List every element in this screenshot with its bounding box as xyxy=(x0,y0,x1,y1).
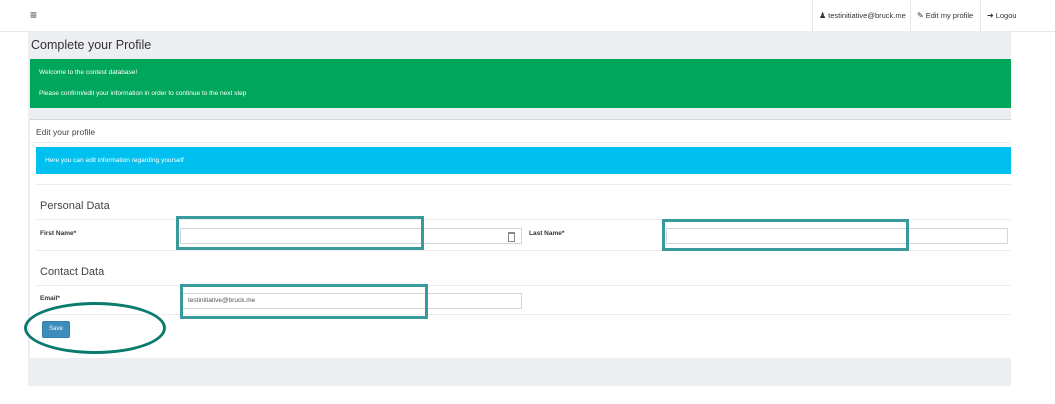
divider xyxy=(36,184,1011,185)
info-callout: Here you can edit information regarding … xyxy=(36,147,1011,174)
personal-data-heading: Personal Data xyxy=(40,200,110,212)
edit-profile-label: Edit my profile xyxy=(925,11,974,20)
highlight-save-ellipse xyxy=(24,302,166,354)
welcome-alert: Welcome to the contest database! Please … xyxy=(30,59,1011,108)
nav-logout[interactable]: ➜ Logou xyxy=(980,0,1023,31)
info-text: Here you can edit information regarding … xyxy=(45,157,184,164)
contact-data-heading: Contact Data xyxy=(40,266,105,278)
welcome-line-2: Please confirm/edit your information in … xyxy=(39,90,247,97)
first-name-label: First Name* xyxy=(40,230,77,237)
calendar-icon xyxy=(508,232,515,242)
user-email-label: testinitiative@bruck.me xyxy=(828,11,906,20)
welcome-line-1: Welcome to the contest database! xyxy=(39,69,138,76)
content-wrapper: Complete your Profile Welcome to the con… xyxy=(28,31,1011,386)
nav-user-email[interactable]: ♟ testinitiative@bruck.me xyxy=(812,0,912,31)
highlight-last-name xyxy=(662,219,909,251)
hamburger-icon[interactable]: ≡ xyxy=(30,8,37,22)
logout-label: Logou xyxy=(995,11,1017,20)
page-title: Complete your Profile xyxy=(31,38,152,52)
logout-icon: ➜ xyxy=(987,11,994,20)
top-navbar: ≡ ♟ testinitiative@bruck.me ✎ Edit my prof… xyxy=(0,0,1055,32)
card-divider xyxy=(30,142,1011,143)
highlight-email xyxy=(180,284,428,319)
email-label: Email* xyxy=(40,295,60,302)
edit-icon: ✎ xyxy=(917,11,924,20)
user-icon: ♟ xyxy=(819,11,827,20)
last-name-label: Last Name* xyxy=(529,230,565,237)
highlight-first-name xyxy=(176,216,424,250)
nav-edit-profile[interactable]: ✎ Edit my profile xyxy=(910,0,979,31)
card-title: Edit your profile xyxy=(36,127,96,137)
